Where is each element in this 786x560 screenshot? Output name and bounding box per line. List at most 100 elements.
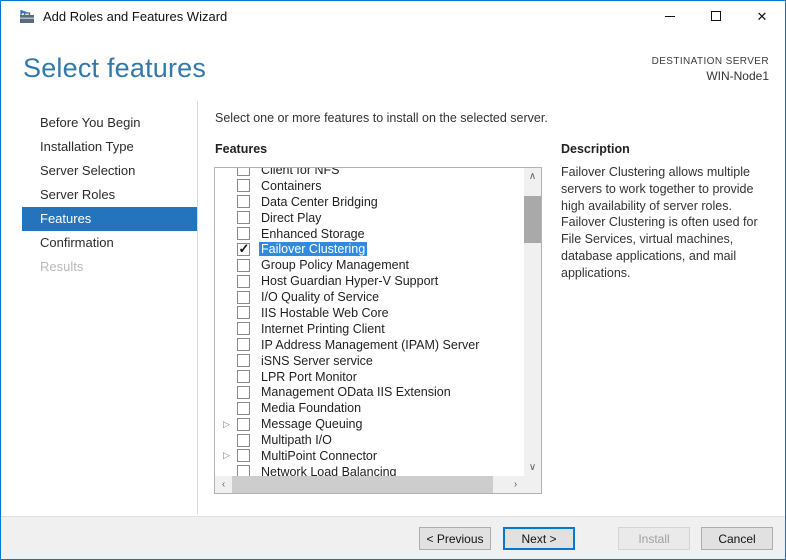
scroll-left-icon[interactable]: ‹ xyxy=(215,476,232,493)
feature-row[interactable]: Client for NFS xyxy=(215,168,524,178)
feature-row[interactable]: I/O Quality of Service xyxy=(215,289,524,305)
feature-label[interactable]: Internet Printing Client xyxy=(259,322,387,336)
feature-checkbox[interactable] xyxy=(237,465,250,476)
sidebar-step-item[interactable]: Before You Begin xyxy=(22,111,197,135)
feature-row[interactable]: Failover Clustering xyxy=(215,241,524,257)
destination-server-label: DESTINATION SERVER xyxy=(652,56,769,67)
feature-label[interactable]: Message Queuing xyxy=(259,417,364,431)
sidebar-step-item[interactable]: Server Roles xyxy=(22,183,197,207)
horizontal-scrollbar-thumb[interactable] xyxy=(232,476,493,493)
feature-row[interactable]: Management OData IIS Extension xyxy=(215,384,524,400)
install-button[interactable]: Install xyxy=(618,527,690,550)
feature-label[interactable]: Failover Clustering xyxy=(259,242,367,256)
vertical-scrollbar-thumb[interactable] xyxy=(524,196,541,243)
minimize-button[interactable] xyxy=(647,1,693,31)
scroll-up-icon[interactable]: ∧ xyxy=(524,168,541,185)
feature-row[interactable]: Direct Play xyxy=(215,210,524,226)
feature-row[interactable]: LPR Port Monitor xyxy=(215,369,524,385)
vertical-scrollbar[interactable]: ∧ ∨ xyxy=(524,168,541,476)
feature-checkbox[interactable] xyxy=(237,291,250,304)
expand-arrow-icon[interactable] xyxy=(223,420,237,429)
feature-label[interactable]: IP Address Management (IPAM) Server xyxy=(259,338,481,352)
feature-label[interactable]: Containers xyxy=(259,179,323,193)
next-button[interactable]: Next > xyxy=(503,527,575,550)
wizard-app-icon xyxy=(19,9,35,25)
feature-row[interactable]: Multipath I/O xyxy=(215,432,524,448)
feature-row[interactable]: Network Load Balancing xyxy=(215,464,524,476)
feature-checkbox[interactable] xyxy=(237,179,250,192)
feature-checkbox[interactable] xyxy=(237,370,250,383)
sidebar-step-label: Server Selection xyxy=(40,163,135,178)
feature-row[interactable]: Data Center Bridging xyxy=(215,194,524,210)
feature-checkbox[interactable] xyxy=(237,402,250,415)
feature-checkbox[interactable] xyxy=(237,243,250,256)
expand-arrow-icon[interactable] xyxy=(223,451,237,460)
feature-label[interactable]: iSNS Server service xyxy=(259,354,375,368)
horizontal-scrollbar[interactable]: ‹ › xyxy=(215,476,524,493)
feature-label[interactable]: Host Guardian Hyper-V Support xyxy=(259,274,440,288)
feature-row[interactable]: Message Queuing xyxy=(215,416,524,432)
feature-row[interactable]: Group Policy Management xyxy=(215,257,524,273)
feature-label[interactable]: Network Load Balancing xyxy=(259,465,399,476)
feature-row[interactable]: Internet Printing Client xyxy=(215,321,524,337)
feature-checkbox[interactable] xyxy=(237,449,250,462)
feature-checkbox[interactable] xyxy=(237,306,250,319)
feature-checkbox[interactable] xyxy=(237,227,250,240)
sidebar-step-item[interactable]: Server Selection xyxy=(22,159,197,183)
features-list-label: Features xyxy=(215,142,267,156)
page-title: Select features xyxy=(23,53,206,84)
feature-checkbox[interactable] xyxy=(237,259,250,272)
feature-checkbox[interactable] xyxy=(237,386,250,399)
feature-label[interactable]: MultiPoint Connector xyxy=(259,449,379,463)
feature-row[interactable]: Media Foundation xyxy=(215,400,524,416)
scroll-right-icon[interactable]: › xyxy=(507,476,524,493)
feature-label[interactable]: I/O Quality of Service xyxy=(259,290,381,304)
sidebar-divider xyxy=(197,101,198,514)
add-roles-features-wizard-window: Add Roles and Features Wizard ✕ Select f… xyxy=(0,0,786,560)
feature-label[interactable]: Client for NFS xyxy=(259,168,342,177)
close-button[interactable]: ✕ xyxy=(739,1,785,31)
wizard-steps-sidebar: Before You Begin Installation Type Serve… xyxy=(22,111,197,279)
feature-checkbox[interactable] xyxy=(237,434,250,447)
feature-row[interactable]: IP Address Management (IPAM) Server xyxy=(215,337,524,353)
features-listbox: Client for NFS Containers Data Center Br… xyxy=(214,167,542,494)
feature-label[interactable]: Direct Play xyxy=(259,211,323,225)
feature-checkbox[interactable] xyxy=(237,418,250,431)
scroll-down-icon[interactable]: ∨ xyxy=(524,459,541,476)
feature-label[interactable]: Multipath I/O xyxy=(259,433,334,447)
sidebar-step-label: Results xyxy=(40,259,83,274)
feature-checkbox[interactable] xyxy=(237,211,250,224)
sidebar-step-item[interactable]: Features xyxy=(22,207,197,231)
maximize-button[interactable] xyxy=(693,1,739,31)
intro-text: Select one or more features to install o… xyxy=(215,111,548,125)
cancel-button[interactable]: Cancel xyxy=(701,527,773,550)
scrollbar-corner xyxy=(524,476,541,493)
feature-checkbox[interactable] xyxy=(237,168,250,176)
feature-row[interactable]: Enhanced Storage xyxy=(215,226,524,242)
feature-row[interactable]: IIS Hostable Web Core xyxy=(215,305,524,321)
feature-label[interactable]: Group Policy Management xyxy=(259,258,411,272)
previous-button[interactable]: < Previous xyxy=(419,527,491,550)
feature-row[interactable]: Host Guardian Hyper-V Support xyxy=(215,273,524,289)
feature-label[interactable]: Management OData IIS Extension xyxy=(259,385,453,399)
feature-checkbox[interactable] xyxy=(237,275,250,288)
sidebar-step-label: Before You Begin xyxy=(40,115,140,130)
titlebar: Add Roles and Features Wizard ✕ xyxy=(1,1,785,32)
feature-checkbox[interactable] xyxy=(237,354,250,367)
feature-checkbox[interactable] xyxy=(237,322,250,335)
destination-server-block: DESTINATION SERVER WIN-Node1 xyxy=(652,56,769,83)
sidebar-step-item[interactable]: Installation Type xyxy=(22,135,197,159)
feature-label[interactable]: LPR Port Monitor xyxy=(259,370,359,384)
feature-row[interactable]: iSNS Server service xyxy=(215,353,524,369)
feature-checkbox[interactable] xyxy=(237,195,250,208)
feature-row[interactable]: MultiPoint Connector xyxy=(215,448,524,464)
feature-checkbox[interactable] xyxy=(237,338,250,351)
feature-row[interactable]: Containers xyxy=(215,178,524,194)
feature-label[interactable]: Data Center Bridging xyxy=(259,195,380,209)
feature-label[interactable]: Media Foundation xyxy=(259,401,363,415)
feature-label[interactable]: IIS Hostable Web Core xyxy=(259,306,391,320)
sidebar-step-item[interactable]: Confirmation xyxy=(22,231,197,255)
sidebar-step-item[interactable]: Results xyxy=(22,255,197,279)
feature-label[interactable]: Enhanced Storage xyxy=(259,227,367,241)
destination-server-name: WIN-Node1 xyxy=(652,69,769,83)
